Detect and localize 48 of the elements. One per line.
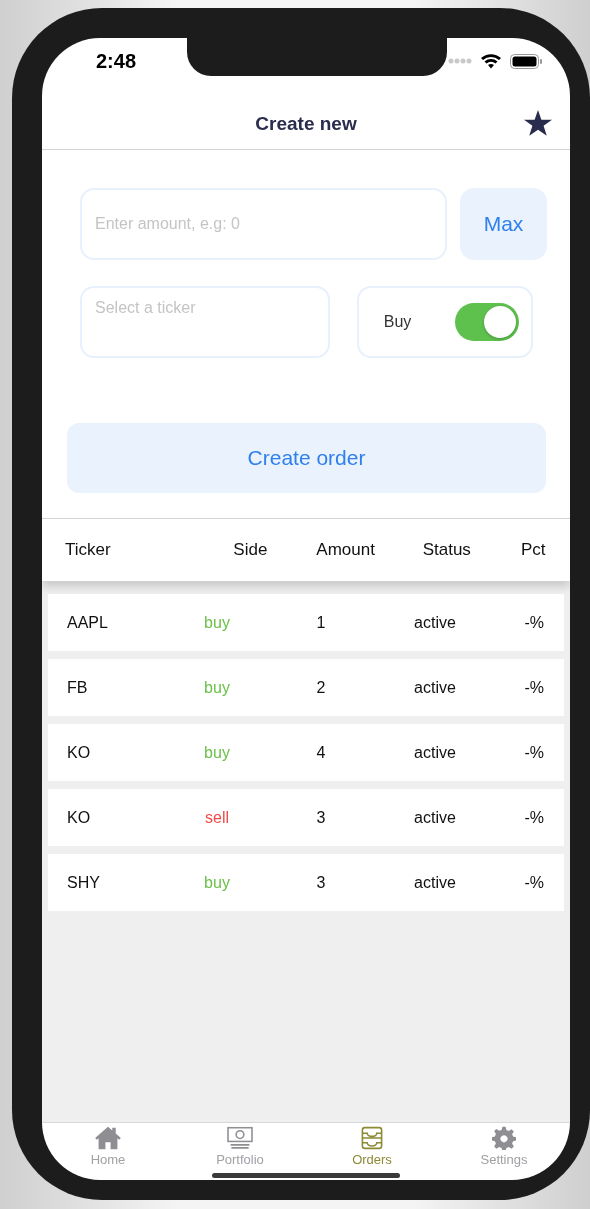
- ticker-cell-text: KO: [67, 742, 92, 763]
- signal-icon: [448, 58, 472, 64]
- column-header: Side: [232, 539, 269, 562]
- wifi-icon: [480, 53, 502, 69]
- amount-cell-text: 2: [315, 677, 327, 698]
- banknote-icon: [224, 1126, 256, 1150]
- amount-cell-text: 4: [315, 742, 327, 763]
- side-cell-text: sell: [204, 807, 230, 828]
- pct-cell-text: -%: [523, 742, 545, 763]
- battery-icon: [510, 53, 542, 69]
- side-cell-text: buy: [203, 742, 231, 763]
- side-cell-text: buy: [203, 612, 231, 633]
- column-header: Ticker: [63, 539, 112, 562]
- status-cell-text: active: [413, 677, 457, 698]
- create-order-button[interactable]: Create order: [67, 423, 546, 493]
- pct-cell-text: -%: [523, 677, 545, 698]
- settings-icon: [489, 1126, 519, 1150]
- amount-cell-text: 1: [315, 612, 327, 633]
- side-label: Buy: [383, 312, 412, 332]
- status-cell-text: active: [413, 872, 457, 893]
- status-cell-text: active: [413, 612, 457, 633]
- side-cell-text: buy: [203, 677, 231, 698]
- star-icon[interactable]: [524, 110, 552, 137]
- side-toggle[interactable]: [455, 303, 519, 341]
- column-header: Status: [421, 539, 472, 562]
- pct-cell-text: -%: [523, 612, 545, 633]
- tab-bar-item[interactable]: Portfolio: [174, 1123, 306, 1180]
- column-header: Pct: [519, 539, 547, 562]
- amount-input[interactable]: Enter amount, e.g: 0: [80, 188, 447, 260]
- tab-bar-item[interactable]: Home: [42, 1123, 174, 1180]
- ticker-cell-text: AAPL: [67, 612, 109, 633]
- pct-cell-text: -%: [523, 807, 545, 828]
- tab-bar-item[interactable]: Orders: [306, 1123, 438, 1180]
- pct-cell-text: -%: [523, 872, 545, 893]
- ticker-select[interactable]: Select a ticker: [80, 286, 330, 358]
- ticker-cell-text: FB: [67, 677, 89, 698]
- screen-title: Create new: [255, 112, 357, 137]
- ticker-cell-text: SHY: [67, 872, 101, 893]
- amount-cell-text: 3: [315, 807, 327, 828]
- side-cell-text: buy: [203, 872, 231, 893]
- tab-bar-item[interactable]: Settings: [438, 1123, 570, 1180]
- status-cell-text: active: [413, 742, 457, 763]
- column-header: Amount: [315, 539, 376, 562]
- max-button[interactable]: Max: [460, 188, 547, 260]
- status-time: 2:48: [96, 49, 137, 74]
- amount-cell-text: 3: [315, 872, 327, 893]
- status-cell-text: active: [413, 807, 457, 828]
- ticker-cell-text: KO: [67, 807, 92, 828]
